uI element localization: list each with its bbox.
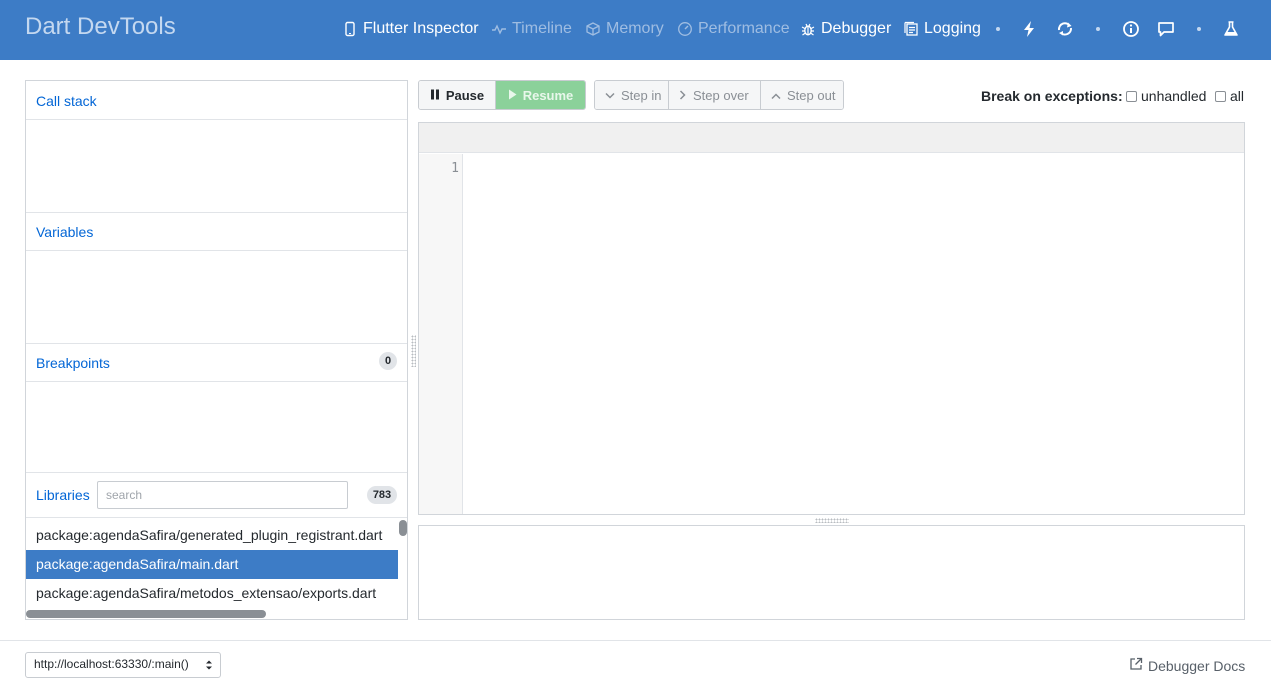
tab-timeline[interactable]: Timeline	[491, 0, 572, 58]
break-on-exceptions-label: Break on exceptions:	[981, 88, 1123, 104]
library-list-item-selected[interactable]: package:agendaSafira/main.dart	[26, 550, 398, 579]
breakpoints-count-badge: 0	[379, 352, 397, 370]
call-stack-title[interactable]: Call stack	[36, 93, 97, 109]
isolate-select[interactable]: http://localhost:63330/:main()	[25, 652, 221, 678]
tab-debugger[interactable]: Debugger	[800, 0, 891, 58]
resume-button[interactable]: Resume	[496, 81, 585, 109]
performance-icon	[677, 21, 693, 37]
line-number: 1	[451, 161, 459, 176]
step-controls-group: Step in Step over Step out	[594, 80, 844, 110]
pause-icon	[430, 88, 440, 103]
phone-icon	[342, 21, 358, 37]
library-list-item[interactable]: package:agendaSafira/generated_plugin_re…	[26, 521, 398, 550]
divider	[26, 472, 407, 473]
tab-performance[interactable]: Performance	[677, 0, 790, 58]
divider	[26, 381, 407, 382]
pause-button[interactable]: Pause	[419, 81, 496, 109]
chevron-down-icon	[605, 88, 615, 103]
libraries-vertical-scrollbar[interactable]	[399, 520, 407, 536]
top-app-bar: Dart DevTools Flutter Inspector Timeline…	[0, 0, 1271, 60]
divider	[26, 212, 407, 213]
play-icon	[508, 88, 517, 103]
all-label: all	[1230, 88, 1245, 104]
separator-dot	[996, 27, 1000, 31]
vertical-split-handle[interactable]	[411, 335, 416, 367]
tab-label: Timeline	[512, 20, 572, 37]
feedback-icon[interactable]	[1157, 20, 1175, 38]
editor-header-bar	[419, 123, 1244, 153]
source-editor[interactable]: 1	[418, 122, 1245, 515]
step-over-label: Step over	[693, 87, 749, 103]
libraries-search-input[interactable]	[97, 481, 348, 509]
unhandled-label: unhandled	[1141, 88, 1207, 104]
console-output[interactable]	[418, 525, 1245, 620]
step-over-button[interactable]: Step over	[669, 81, 761, 109]
tab-label: Memory	[606, 20, 664, 37]
bug-icon	[800, 21, 816, 37]
libraries-count-badge: 783	[367, 486, 397, 504]
step-in-label: Step in	[621, 87, 662, 103]
external-link-icon	[1129, 657, 1148, 674]
line-gutter: 1	[419, 154, 463, 514]
separator-dot	[1197, 27, 1201, 31]
separator-dot	[1096, 27, 1100, 31]
logging-icon	[903, 21, 919, 37]
library-list-item[interactable]: package:agendaSafira/metodos_extensao/ex…	[26, 579, 398, 608]
chevron-right-icon	[679, 88, 687, 103]
info-icon[interactable]	[1122, 20, 1140, 38]
chevron-up-icon	[771, 88, 781, 103]
libraries-horizontal-scrollbar[interactable]	[26, 610, 266, 618]
divider	[26, 250, 407, 251]
breakpoints-title[interactable]: Breakpoints	[36, 355, 110, 371]
flask-icon[interactable]	[1222, 20, 1240, 38]
horizontal-split-handle[interactable]	[815, 518, 849, 523]
tab-label: Performance	[698, 20, 790, 37]
variables-title[interactable]: Variables	[36, 224, 93, 240]
docs-label: Debugger Docs	[1148, 657, 1246, 674]
tab-logging[interactable]: Logging	[903, 0, 981, 58]
isolate-select-value: http://localhost:63330/:main()	[34, 657, 189, 671]
app-title: Dart DevTools	[25, 13, 176, 40]
tab-label: Debugger	[821, 20, 892, 37]
tab-memory[interactable]: Memory	[585, 0, 664, 58]
step-out-button[interactable]: Step out	[761, 81, 843, 109]
pause-label: Pause	[445, 87, 485, 103]
timeline-icon	[491, 21, 507, 37]
debugger-sidebar: Call stack Variables Breakpoints 0 Libra…	[25, 80, 408, 620]
divider	[26, 517, 407, 518]
tab-flutter-inspector[interactable]: Flutter Inspector	[342, 0, 479, 58]
divider	[26, 119, 407, 120]
hot-reload-icon[interactable]	[1020, 20, 1038, 38]
memory-icon	[585, 21, 601, 37]
footer-divider	[0, 640, 1271, 641]
divider	[26, 343, 407, 344]
tab-label: Logging	[924, 20, 981, 37]
pause-resume-group: Pause Resume	[418, 80, 586, 110]
debugger-docs-link[interactable]: Debugger Docs	[1129, 657, 1245, 674]
unhandled-checkbox[interactable]	[1126, 91, 1137, 102]
all-checkbox[interactable]	[1215, 91, 1226, 102]
select-arrows-icon	[205, 659, 213, 671]
hot-restart-icon[interactable]	[1056, 20, 1074, 38]
step-in-button[interactable]: Step in	[595, 81, 669, 109]
resume-label: Resume	[522, 87, 574, 103]
tab-label: Flutter Inspector	[363, 20, 479, 37]
step-out-label: Step out	[787, 87, 836, 103]
libraries-title[interactable]: Libraries	[36, 487, 90, 503]
